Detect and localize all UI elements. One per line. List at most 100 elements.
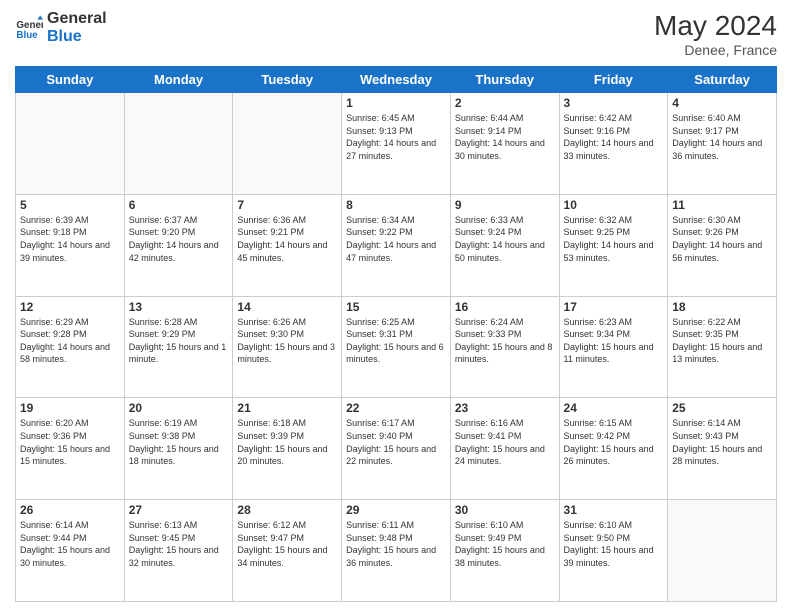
day-number: 31: [564, 503, 664, 517]
calendar-week-0: 1Sunrise: 6:45 AM Sunset: 9:13 PM Daylig…: [16, 93, 777, 195]
calendar-cell: 29Sunrise: 6:11 AM Sunset: 9:48 PM Dayli…: [342, 500, 451, 602]
day-info: Sunrise: 6:23 AM Sunset: 9:34 PM Dayligh…: [564, 316, 664, 366]
page: General Blue General Blue May 2024 Denee…: [0, 0, 792, 612]
col-thursday: Thursday: [450, 67, 559, 93]
day-info: Sunrise: 6:15 AM Sunset: 9:42 PM Dayligh…: [564, 417, 664, 467]
day-number: 18: [672, 300, 772, 314]
day-number: 2: [455, 96, 555, 110]
col-tuesday: Tuesday: [233, 67, 342, 93]
day-number: 16: [455, 300, 555, 314]
calendar-cell: 2 Sunrise: 6:44 AM Sunset: 9:14 PM Daylig…: [450, 93, 559, 195]
day-info: Sunrise: 6:13 AM Sunset: 9:45 PM Dayligh…: [129, 519, 229, 569]
calendar-cell: [16, 93, 125, 195]
logo: General Blue General Blue: [15, 10, 107, 45]
day-number: 12: [20, 300, 120, 314]
day-info: Sunrise: 6:26 AM Sunset: 9:30 PM Dayligh…: [237, 316, 337, 366]
calendar-cell: 31Sunrise: 6:10 AM Sunset: 9:50 PM Dayli…: [559, 500, 668, 602]
day-info: Sunrise: 6:37 AM Sunset: 9:20 PM Dayligh…: [129, 214, 229, 264]
day-info: Sunrise: 6:44 AM Sunset: 9:14 PM Dayligh…: [455, 112, 555, 162]
day-info: Sunrise: 6:25 AM Sunset: 9:31 PM Dayligh…: [346, 316, 446, 366]
day-info: Sunrise: 6:14 AM Sunset: 9:44 PM Dayligh…: [20, 519, 120, 569]
day-info: Sunrise: 6:39 AM Sunset: 9:18 PM Dayligh…: [20, 214, 120, 264]
day-number: 25: [672, 401, 772, 415]
day-number: 21: [237, 401, 337, 415]
day-number: 14: [237, 300, 337, 314]
calendar-cell: 25Sunrise: 6:14 AM Sunset: 9:43 PM Dayli…: [668, 398, 777, 500]
calendar-cell: 9Sunrise: 6:33 AM Sunset: 9:24 PM Daylig…: [450, 194, 559, 296]
day-info: Sunrise: 6:29 AM Sunset: 9:28 PM Dayligh…: [20, 316, 120, 366]
calendar-cell: 3 Sunrise: 6:42 AM Sunset: 9:16 PM Daylig…: [559, 93, 668, 195]
day-number: 29: [346, 503, 446, 517]
header: General Blue General Blue May 2024 Denee…: [15, 10, 777, 58]
calendar-week-2: 12 Sunrise: 6:29 AM Sunset: 9:28 PM Dayli…: [16, 296, 777, 398]
day-number: 13: [129, 300, 229, 314]
calendar-cell: 21 Sunrise: 6:18 AM Sunset: 9:39 PM Dayli…: [233, 398, 342, 500]
day-number: 7: [237, 198, 337, 212]
calendar-cell: 22 Sunrise: 6:17 AM Sunset: 9:40 PM Dayli…: [342, 398, 451, 500]
calendar-cell: 14 Sunrise: 6:26 AM Sunset: 9:30 PM Dayli…: [233, 296, 342, 398]
calendar-cell: 1Sunrise: 6:45 AM Sunset: 9:13 PM Daylig…: [342, 93, 451, 195]
day-number: 24: [564, 401, 664, 415]
calendar-week-1: 5 Sunrise: 6:39 AM Sunset: 9:18 PM Daylig…: [16, 194, 777, 296]
day-number: 22: [346, 401, 446, 415]
calendar-cell: 19Sunrise: 6:20 AM Sunset: 9:36 PM Dayli…: [16, 398, 125, 500]
calendar-cell: 27Sunrise: 6:13 AM Sunset: 9:45 PM Dayli…: [124, 500, 233, 602]
day-number: 5: [20, 198, 120, 212]
day-number: 30: [455, 503, 555, 517]
calendar-cell: [233, 93, 342, 195]
calendar-cell: 24 Sunrise: 6:15 AM Sunset: 9:42 PM Dayli…: [559, 398, 668, 500]
calendar-cell: 18Sunrise: 6:22 AM Sunset: 9:35 PM Dayli…: [668, 296, 777, 398]
calendar-cell: 4Sunrise: 6:40 AM Sunset: 9:17 PM Daylig…: [668, 93, 777, 195]
col-saturday: Saturday: [668, 67, 777, 93]
day-number: 4: [672, 96, 772, 110]
day-info: Sunrise: 6:33 AM Sunset: 9:24 PM Dayligh…: [455, 214, 555, 264]
day-info: Sunrise: 6:24 AM Sunset: 9:33 PM Dayligh…: [455, 316, 555, 366]
logo-general: General: [47, 10, 107, 28]
calendar-cell: 16 Sunrise: 6:24 AM Sunset: 9:33 PM Dayli…: [450, 296, 559, 398]
day-number: 17: [564, 300, 664, 314]
day-number: 19: [20, 401, 120, 415]
calendar-cell: 13 Sunrise: 6:28 AM Sunset: 9:29 PM Dayli…: [124, 296, 233, 398]
day-info: Sunrise: 6:18 AM Sunset: 9:39 PM Dayligh…: [237, 417, 337, 467]
calendar-cell: 23 Sunrise: 6:16 AM Sunset: 9:41 PM Dayli…: [450, 398, 559, 500]
day-info: Sunrise: 6:17 AM Sunset: 9:40 PM Dayligh…: [346, 417, 446, 467]
logo-icon: General Blue: [15, 14, 43, 42]
calendar-cell: 11Sunrise: 6:30 AM Sunset: 9:26 PM Dayli…: [668, 194, 777, 296]
calendar-cell: 28 Sunrise: 6:12 AM Sunset: 9:47 PM Dayli…: [233, 500, 342, 602]
day-info: Sunrise: 6:16 AM Sunset: 9:41 PM Dayligh…: [455, 417, 555, 467]
day-number: 23: [455, 401, 555, 415]
day-info: Sunrise: 6:34 AM Sunset: 9:22 PM Dayligh…: [346, 214, 446, 264]
calendar-header-row: Sunday Monday Tuesday Wednesday Thursday…: [16, 67, 777, 93]
day-number: 28: [237, 503, 337, 517]
month-year: May 2024: [654, 10, 777, 42]
calendar-cell: 10Sunrise: 6:32 AM Sunset: 9:25 PM Dayli…: [559, 194, 668, 296]
calendar-week-3: 19Sunrise: 6:20 AM Sunset: 9:36 PM Dayli…: [16, 398, 777, 500]
calendar-cell: [124, 93, 233, 195]
logo-blue: Blue: [47, 28, 107, 46]
day-number: 15: [346, 300, 446, 314]
day-info: Sunrise: 6:42 AM Sunset: 9:16 PM Dayligh…: [564, 112, 664, 162]
location: Denee, France: [654, 42, 777, 58]
calendar-cell: 7 Sunrise: 6:36 AM Sunset: 9:21 PM Daylig…: [233, 194, 342, 296]
col-friday: Friday: [559, 67, 668, 93]
calendar-cell: 8Sunrise: 6:34 AM Sunset: 9:22 PM Daylig…: [342, 194, 451, 296]
col-monday: Monday: [124, 67, 233, 93]
day-number: 1: [346, 96, 446, 110]
calendar-week-4: 26Sunrise: 6:14 AM Sunset: 9:44 PM Dayli…: [16, 500, 777, 602]
day-number: 3: [564, 96, 664, 110]
day-number: 20: [129, 401, 229, 415]
calendar-cell: [668, 500, 777, 602]
calendar-cell: 17 Sunrise: 6:23 AM Sunset: 9:34 PM Dayli…: [559, 296, 668, 398]
day-info: Sunrise: 6:36 AM Sunset: 9:21 PM Dayligh…: [237, 214, 337, 264]
day-number: 6: [129, 198, 229, 212]
day-info: Sunrise: 6:28 AM Sunset: 9:29 PM Dayligh…: [129, 316, 229, 366]
calendar-cell: 30Sunrise: 6:10 AM Sunset: 9:49 PM Dayli…: [450, 500, 559, 602]
day-info: Sunrise: 6:12 AM Sunset: 9:47 PM Dayligh…: [237, 519, 337, 569]
col-wednesday: Wednesday: [342, 67, 451, 93]
day-info: Sunrise: 6:30 AM Sunset: 9:26 PM Dayligh…: [672, 214, 772, 264]
calendar-cell: 12 Sunrise: 6:29 AM Sunset: 9:28 PM Dayli…: [16, 296, 125, 398]
day-number: 10: [564, 198, 664, 212]
col-sunday: Sunday: [16, 67, 125, 93]
calendar-cell: 6 Sunrise: 6:37 AM Sunset: 9:20 PM Daylig…: [124, 194, 233, 296]
title-block: May 2024 Denee, France: [654, 10, 777, 58]
